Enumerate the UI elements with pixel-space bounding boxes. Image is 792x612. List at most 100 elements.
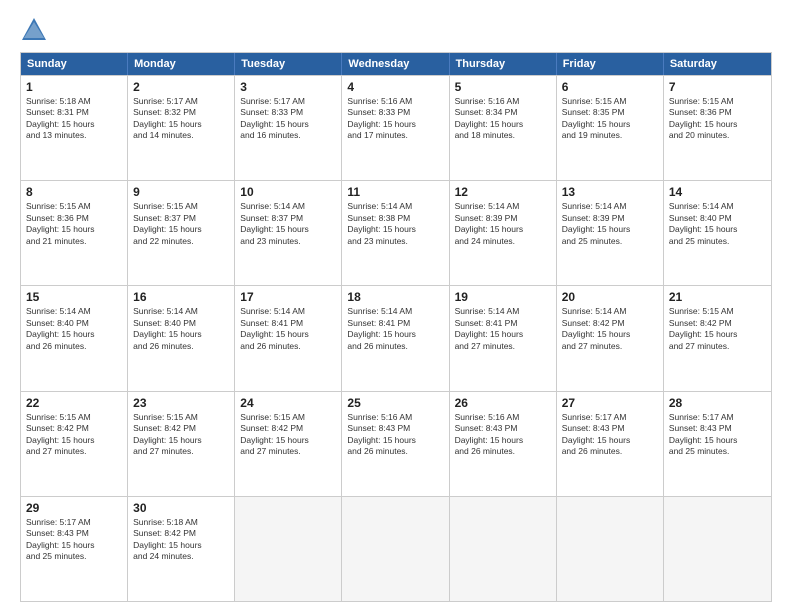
day-cell-6: 6 Sunrise: 5:15 AM Sunset: 8:35 PM Daylig… bbox=[557, 76, 664, 180]
day-cell-1: 1Sunrise: 5:18 AM Sunset: 8:31 PM Daylig… bbox=[21, 76, 128, 180]
day-info: Sunrise: 5:15 AM Sunset: 8:35 PM Dayligh… bbox=[562, 96, 658, 142]
header-day-wednesday: Wednesday bbox=[342, 53, 449, 75]
day-info: Sunrise: 5:14 AM Sunset: 8:41 PM Dayligh… bbox=[455, 306, 551, 352]
day-number: 18 bbox=[347, 290, 443, 304]
day-number: 4 bbox=[347, 80, 443, 94]
day-number: 30 bbox=[133, 501, 229, 515]
day-cell-7: 7Sunrise: 5:15 AM Sunset: 8:36 PM Daylig… bbox=[664, 76, 771, 180]
calendar-week-4: 22 Sunrise: 5:15 AM Sunset: 8:42 PM Dayli… bbox=[21, 391, 771, 496]
day-info: Sunrise: 5:15 AM Sunset: 8:37 PM Dayligh… bbox=[133, 201, 229, 247]
day-cell-25: 25Sunrise: 5:16 AM Sunset: 8:43 PM Dayli… bbox=[342, 392, 449, 496]
day-number: 2 bbox=[133, 80, 229, 94]
calendar-week-2: 8 Sunrise: 5:15 AM Sunset: 8:36 PM Daylig… bbox=[21, 180, 771, 285]
header-day-saturday: Saturday bbox=[664, 53, 771, 75]
logo bbox=[20, 16, 52, 44]
day-number: 9 bbox=[133, 185, 229, 199]
day-cell-20: 20 Sunrise: 5:14 AM Sunset: 8:42 PM Dayli… bbox=[557, 286, 664, 390]
empty-cell bbox=[557, 497, 664, 601]
calendar-week-3: 15 Sunrise: 5:14 AM Sunset: 8:40 PM Dayli… bbox=[21, 285, 771, 390]
day-number: 22 bbox=[26, 396, 122, 410]
day-number: 20 bbox=[562, 290, 658, 304]
day-info: Sunrise: 5:14 AM Sunset: 8:40 PM Dayligh… bbox=[133, 306, 229, 352]
day-info: Sunrise: 5:15 AM Sunset: 8:36 PM Dayligh… bbox=[26, 201, 122, 247]
day-info: Sunrise: 5:15 AM Sunset: 8:42 PM Dayligh… bbox=[240, 412, 336, 458]
day-number: 25 bbox=[347, 396, 443, 410]
day-info: Sunrise: 5:15 AM Sunset: 8:36 PM Dayligh… bbox=[669, 96, 766, 142]
day-cell-2: 2 Sunrise: 5:17 AM Sunset: 8:32 PM Daylig… bbox=[128, 76, 235, 180]
day-info: Sunrise: 5:15 AM Sunset: 8:42 PM Dayligh… bbox=[133, 412, 229, 458]
day-cell-10: 10Sunrise: 5:14 AM Sunset: 8:37 PM Dayli… bbox=[235, 181, 342, 285]
day-info: Sunrise: 5:16 AM Sunset: 8:43 PM Dayligh… bbox=[455, 412, 551, 458]
day-info: Sunrise: 5:14 AM Sunset: 8:40 PM Dayligh… bbox=[669, 201, 766, 247]
day-number: 24 bbox=[240, 396, 336, 410]
day-info: Sunrise: 5:14 AM Sunset: 8:37 PM Dayligh… bbox=[240, 201, 336, 247]
day-info: Sunrise: 5:15 AM Sunset: 8:42 PM Dayligh… bbox=[26, 412, 122, 458]
calendar: SundayMondayTuesdayWednesdayThursdayFrid… bbox=[20, 52, 772, 602]
day-number: 12 bbox=[455, 185, 551, 199]
day-cell-26: 26 Sunrise: 5:16 AM Sunset: 8:43 PM Dayli… bbox=[450, 392, 557, 496]
day-info: Sunrise: 5:15 AM Sunset: 8:42 PM Dayligh… bbox=[669, 306, 766, 352]
day-cell-23: 23 Sunrise: 5:15 AM Sunset: 8:42 PM Dayli… bbox=[128, 392, 235, 496]
day-number: 26 bbox=[455, 396, 551, 410]
day-number: 19 bbox=[455, 290, 551, 304]
day-number: 15 bbox=[26, 290, 122, 304]
day-info: Sunrise: 5:17 AM Sunset: 8:43 PM Dayligh… bbox=[26, 517, 122, 563]
day-cell-3: 3 Sunrise: 5:17 AM Sunset: 8:33 PM Daylig… bbox=[235, 76, 342, 180]
calendar-week-1: 1Sunrise: 5:18 AM Sunset: 8:31 PM Daylig… bbox=[21, 75, 771, 180]
day-number: 29 bbox=[26, 501, 122, 515]
day-cell-18: 18 Sunrise: 5:14 AM Sunset: 8:41 PM Dayli… bbox=[342, 286, 449, 390]
day-number: 3 bbox=[240, 80, 336, 94]
header-day-friday: Friday bbox=[557, 53, 664, 75]
day-number: 11 bbox=[347, 185, 443, 199]
day-info: Sunrise: 5:14 AM Sunset: 8:39 PM Dayligh… bbox=[562, 201, 658, 247]
header-day-monday: Monday bbox=[128, 53, 235, 75]
day-cell-30: 30 Sunrise: 5:18 AM Sunset: 8:42 PM Dayli… bbox=[128, 497, 235, 601]
day-number: 23 bbox=[133, 396, 229, 410]
day-cell-15: 15 Sunrise: 5:14 AM Sunset: 8:40 PM Dayli… bbox=[21, 286, 128, 390]
page: SundayMondayTuesdayWednesdayThursdayFrid… bbox=[0, 0, 792, 612]
empty-cell bbox=[450, 497, 557, 601]
day-cell-22: 22 Sunrise: 5:15 AM Sunset: 8:42 PM Dayli… bbox=[21, 392, 128, 496]
day-cell-12: 12Sunrise: 5:14 AM Sunset: 8:39 PM Dayli… bbox=[450, 181, 557, 285]
day-number: 17 bbox=[240, 290, 336, 304]
header-day-thursday: Thursday bbox=[450, 53, 557, 75]
day-info: Sunrise: 5:14 AM Sunset: 8:42 PM Dayligh… bbox=[562, 306, 658, 352]
day-cell-8: 8 Sunrise: 5:15 AM Sunset: 8:36 PM Daylig… bbox=[21, 181, 128, 285]
day-cell-28: 28 Sunrise: 5:17 AM Sunset: 8:43 PM Dayli… bbox=[664, 392, 771, 496]
day-info: Sunrise: 5:14 AM Sunset: 8:40 PM Dayligh… bbox=[26, 306, 122, 352]
day-info: Sunrise: 5:17 AM Sunset: 8:32 PM Dayligh… bbox=[133, 96, 229, 142]
empty-cell bbox=[235, 497, 342, 601]
logo-icon bbox=[20, 16, 48, 44]
day-cell-27: 27Sunrise: 5:17 AM Sunset: 8:43 PM Dayli… bbox=[557, 392, 664, 496]
day-number: 14 bbox=[669, 185, 766, 199]
day-cell-5: 5Sunrise: 5:16 AM Sunset: 8:34 PM Daylig… bbox=[450, 76, 557, 180]
day-number: 27 bbox=[562, 396, 658, 410]
day-number: 8 bbox=[26, 185, 122, 199]
calendar-body: 1Sunrise: 5:18 AM Sunset: 8:31 PM Daylig… bbox=[21, 75, 771, 601]
day-cell-17: 17Sunrise: 5:14 AM Sunset: 8:41 PM Dayli… bbox=[235, 286, 342, 390]
calendar-header: SundayMondayTuesdayWednesdayThursdayFrid… bbox=[21, 53, 771, 75]
day-cell-13: 13 Sunrise: 5:14 AM Sunset: 8:39 PM Dayli… bbox=[557, 181, 664, 285]
day-cell-14: 14 Sunrise: 5:14 AM Sunset: 8:40 PM Dayli… bbox=[664, 181, 771, 285]
day-cell-19: 19 Sunrise: 5:14 AM Sunset: 8:41 PM Dayli… bbox=[450, 286, 557, 390]
day-cell-29: 29 Sunrise: 5:17 AM Sunset: 8:43 PM Dayli… bbox=[21, 497, 128, 601]
day-info: Sunrise: 5:14 AM Sunset: 8:41 PM Dayligh… bbox=[347, 306, 443, 352]
day-cell-11: 11 Sunrise: 5:14 AM Sunset: 8:38 PM Dayli… bbox=[342, 181, 449, 285]
day-number: 21 bbox=[669, 290, 766, 304]
day-info: Sunrise: 5:18 AM Sunset: 8:42 PM Dayligh… bbox=[133, 517, 229, 563]
calendar-week-5: 29 Sunrise: 5:17 AM Sunset: 8:43 PM Dayli… bbox=[21, 496, 771, 601]
day-cell-16: 16Sunrise: 5:14 AM Sunset: 8:40 PM Dayli… bbox=[128, 286, 235, 390]
day-info: Sunrise: 5:17 AM Sunset: 8:43 PM Dayligh… bbox=[669, 412, 766, 458]
day-info: Sunrise: 5:16 AM Sunset: 8:33 PM Dayligh… bbox=[347, 96, 443, 142]
empty-cell bbox=[342, 497, 449, 601]
day-number: 28 bbox=[669, 396, 766, 410]
day-info: Sunrise: 5:14 AM Sunset: 8:38 PM Dayligh… bbox=[347, 201, 443, 247]
day-info: Sunrise: 5:16 AM Sunset: 8:34 PM Dayligh… bbox=[455, 96, 551, 142]
day-number: 6 bbox=[562, 80, 658, 94]
header-day-sunday: Sunday bbox=[21, 53, 128, 75]
day-number: 13 bbox=[562, 185, 658, 199]
day-cell-24: 24 Sunrise: 5:15 AM Sunset: 8:42 PM Dayli… bbox=[235, 392, 342, 496]
header-day-tuesday: Tuesday bbox=[235, 53, 342, 75]
day-info: Sunrise: 5:17 AM Sunset: 8:33 PM Dayligh… bbox=[240, 96, 336, 142]
day-cell-4: 4 Sunrise: 5:16 AM Sunset: 8:33 PM Daylig… bbox=[342, 76, 449, 180]
